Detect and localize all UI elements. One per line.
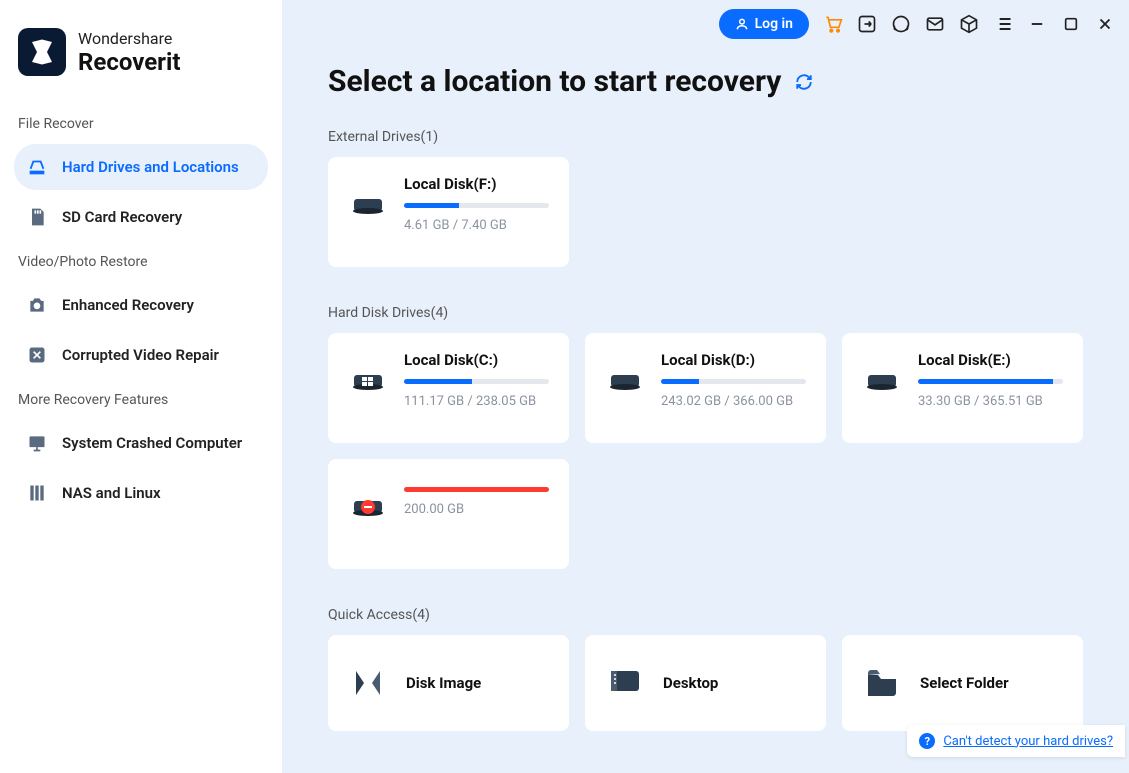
- close-icon[interactable]: [1095, 14, 1115, 34]
- drive-progress: [404, 487, 549, 492]
- drive-card[interactable]: 200.00 GB: [328, 459, 569, 569]
- drive-size: 33.30 GB / 365.51 GB: [918, 394, 1063, 409]
- sidebar-item-enhanced[interactable]: Enhanced Recovery: [14, 282, 268, 328]
- quick-label: Desktop: [663, 674, 718, 692]
- drive-progress: [404, 379, 549, 384]
- drive-icon: [605, 353, 645, 393]
- sidebar-item-hard-drives[interactable]: Hard Drives and Locations: [14, 144, 268, 190]
- drive-size: 200.00 GB: [404, 502, 549, 517]
- sidebar-section-label: More Recovery Features: [14, 382, 268, 416]
- sidebar: Wondershare Recoverit File Recover Hard D…: [0, 0, 282, 773]
- sidebar-section-label: Video/Photo Restore: [14, 244, 268, 278]
- drive-icon: [348, 479, 388, 519]
- repair-icon: [26, 344, 48, 366]
- drive-icon: [26, 156, 48, 178]
- drive-card[interactable]: Local Disk(D:) 243.02 GB / 366.00 GB: [585, 333, 826, 443]
- sidebar-item-label: System Crashed Computer: [62, 434, 242, 452]
- page-title: Select a location to start recovery: [328, 64, 781, 99]
- quick-label: Disk Image: [406, 674, 481, 692]
- drive-progress: [404, 203, 549, 208]
- sidebar-item-corrupted[interactable]: Corrupted Video Repair: [14, 332, 268, 378]
- drive-icon: [862, 353, 902, 393]
- login-label: Log in: [755, 16, 793, 32]
- quick-access-card[interactable]: Select Folder: [842, 635, 1083, 731]
- server-icon: [26, 482, 48, 504]
- support-icon[interactable]: [891, 14, 911, 34]
- drive-name: Local Disk(F:): [404, 175, 549, 193]
- brand-line2: Recoverit: [78, 48, 180, 76]
- minimize-icon[interactable]: [1027, 14, 1047, 34]
- sidebar-item-label: Corrupted Video Repair: [62, 346, 219, 364]
- drive-name: Local Disk(E:): [918, 351, 1063, 369]
- drive-size: 4.61 GB / 7.40 GB: [404, 218, 549, 233]
- logo-text: Wondershare Recoverit: [78, 29, 180, 76]
- drive-name: Local Disk(D:): [661, 351, 806, 369]
- help-link[interactable]: Can't detect your hard drives?: [943, 734, 1113, 749]
- cart-icon[interactable]: [823, 14, 843, 34]
- quick-icon: [862, 663, 902, 703]
- logo-icon: [18, 28, 66, 76]
- group-label: Hard Disk Drives(4): [328, 305, 1083, 321]
- drive-size: 243.02 GB / 366.00 GB: [661, 394, 806, 409]
- sidebar-item-label: Enhanced Recovery: [62, 296, 194, 314]
- quick-icon: [348, 663, 388, 703]
- main: Log in Select a location to start recove…: [282, 0, 1129, 773]
- quick-label: Select Folder: [920, 674, 1009, 692]
- sidebar-section-label: File Recover: [14, 106, 268, 140]
- list-icon[interactable]: [993, 14, 1013, 34]
- drive-progress: [918, 379, 1063, 384]
- cube-icon[interactable]: [959, 14, 979, 34]
- drive-icon: [348, 353, 388, 393]
- drive-progress: [661, 379, 806, 384]
- drive-card[interactable]: Local Disk(C:) 111.17 GB / 238.05 GB: [328, 333, 569, 443]
- sidebar-item-label: SD Card Recovery: [62, 208, 182, 226]
- sd-icon: [26, 206, 48, 228]
- sidebar-item-label: NAS and Linux: [62, 484, 161, 502]
- help-icon: ?: [919, 733, 935, 749]
- content: Select a location to start recovery Exte…: [282, 44, 1129, 773]
- drive-card[interactable]: Local Disk(F:) 4.61 GB / 7.40 GB: [328, 157, 569, 267]
- group-label: External Drives(1): [328, 129, 1083, 145]
- logo: Wondershare Recoverit: [14, 0, 268, 106]
- maximize-icon[interactable]: [1061, 14, 1081, 34]
- sidebar-item-crashed[interactable]: System Crashed Computer: [14, 420, 268, 466]
- refresh-icon[interactable]: [795, 73, 813, 91]
- drive-size: 111.17 GB / 238.05 GB: [404, 394, 549, 409]
- mail-icon[interactable]: [925, 14, 945, 34]
- camera-icon: [26, 294, 48, 316]
- drive-card[interactable]: Local Disk(E:) 33.30 GB / 365.51 GB: [842, 333, 1083, 443]
- sidebar-item-nas[interactable]: NAS and Linux: [14, 470, 268, 516]
- login-button[interactable]: Log in: [719, 9, 809, 39]
- topbar: Log in: [282, 4, 1129, 44]
- quick-access-card[interactable]: Disk Image: [328, 635, 569, 731]
- drive-icon: [348, 177, 388, 217]
- drive-name: Local Disk(C:): [404, 351, 549, 369]
- group-label: Quick Access(4): [328, 607, 1083, 623]
- sidebar-item-label: Hard Drives and Locations: [62, 158, 239, 176]
- monitor-icon: [26, 432, 48, 454]
- import-icon[interactable]: [857, 14, 877, 34]
- brand-line1: Wondershare: [78, 29, 180, 48]
- quick-icon: [605, 663, 645, 703]
- help-link-pill[interactable]: ? Can't detect your hard drives?: [907, 725, 1125, 757]
- sidebar-item-sd-card[interactable]: SD Card Recovery: [14, 194, 268, 240]
- quick-access-card[interactable]: Desktop: [585, 635, 826, 731]
